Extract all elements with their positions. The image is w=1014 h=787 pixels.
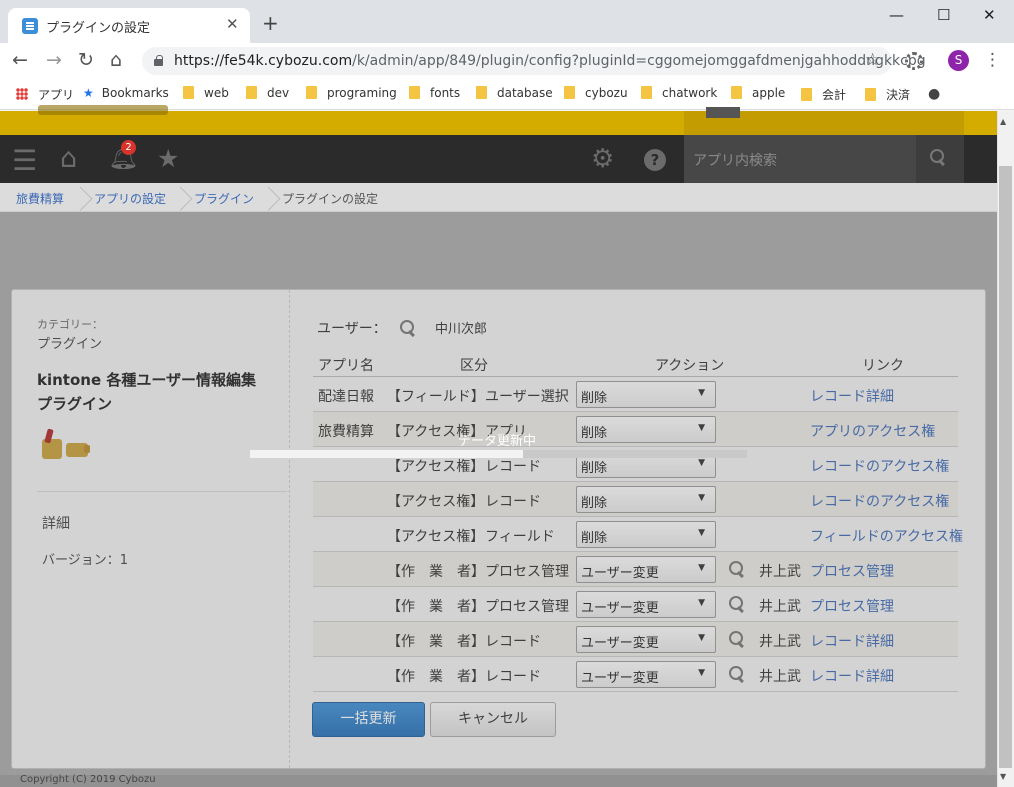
bookmark-star-icon[interactable]: ☆ xyxy=(865,50,880,70)
bookmark-apple[interactable]: apple xyxy=(731,86,785,100)
minimize-icon[interactable]: — xyxy=(889,6,904,24)
search-icon xyxy=(930,149,947,166)
hamburger-menu-icon[interactable]: ☰ xyxy=(12,144,37,177)
progress-fill xyxy=(250,450,524,458)
profile-avatar[interactable]: S xyxy=(948,50,969,71)
folder-icon xyxy=(246,86,257,99)
bookmark-database[interactable]: database xyxy=(476,86,553,100)
bookmark-bookmarks[interactable]: ★ Bookmarks xyxy=(83,86,169,100)
progress-label: データ更新中 xyxy=(458,434,537,449)
bookmark-payment[interactable]: 決済 xyxy=(865,86,910,103)
settings-gear-icon[interactable]: ⚙ xyxy=(591,144,614,174)
reload-icon[interactable]: ↻ xyxy=(78,49,94,71)
new-tab-icon[interactable]: + xyxy=(262,11,279,35)
breadcrumb-app-settings[interactable]: アプリの設定 xyxy=(94,190,166,207)
menu-kebab-icon[interactable]: ⋮ xyxy=(984,50,1001,70)
folder-icon xyxy=(731,86,742,99)
lock-icon xyxy=(154,55,163,66)
scroll-up-icon[interactable]: ▲ xyxy=(1000,117,1006,126)
close-window-icon[interactable]: ✕ xyxy=(983,6,996,24)
globe-icon[interactable]: ● xyxy=(928,86,940,102)
folder-icon xyxy=(476,86,487,99)
folder-icon xyxy=(409,86,420,99)
bookmark-dev[interactable]: dev xyxy=(246,86,289,100)
kintone-logo[interactable] xyxy=(38,105,168,115)
address-url: https://fe54k.cybozu.com/k/admin/app/849… xyxy=(174,53,926,69)
tab-favicon-icon xyxy=(22,18,38,34)
bookmark-cybozu[interactable]: cybozu xyxy=(564,86,628,100)
breadcrumb-plugin[interactable]: プラグイン xyxy=(194,190,254,207)
tab-title: プラグインの設定 xyxy=(46,21,151,36)
breadcrumb-current: プラグインの設定 xyxy=(282,192,379,206)
favorites-star-icon[interactable]: ★ xyxy=(157,144,179,173)
breadcrumb: 旅費精算 アプリの設定 プラグイン プラグインの設定 xyxy=(0,183,997,212)
forward-icon[interactable]: → xyxy=(46,49,62,71)
folder-icon xyxy=(801,88,812,101)
header-user-area[interactable] xyxy=(684,107,964,135)
bookmark-accounting[interactable]: 会計 xyxy=(801,86,846,103)
tab-strip: プラグインの設定 ✕ + — ☐ ✕ xyxy=(0,0,1014,43)
scroll-down-icon[interactable]: ▼ xyxy=(1000,772,1006,781)
loading-overlay xyxy=(0,212,997,787)
progress-bar xyxy=(250,450,747,458)
maximize-icon[interactable]: ☐ xyxy=(937,6,950,24)
address-bar[interactable]: https://fe54k.cybozu.com/k/admin/app/849… xyxy=(142,47,926,75)
bookmark-programing[interactable]: programing xyxy=(306,86,397,100)
star-icon: ★ xyxy=(83,86,94,100)
browser-tab[interactable]: プラグインの設定 ✕ xyxy=(8,8,250,43)
home-icon[interactable]: ⌂ xyxy=(60,143,77,174)
help-icon[interactable]: ? xyxy=(644,149,666,171)
extension-gear-icon[interactable] xyxy=(905,52,923,70)
folder-icon xyxy=(865,88,876,101)
app-search-input[interactable]: アプリ内検索 xyxy=(684,135,916,183)
browser-window: プラグインの設定 ✕ + — ☐ ✕ ← → ↻ ⌂ https://fe54k… xyxy=(0,0,1014,787)
notification-badge: 2 xyxy=(121,140,136,155)
chevron-right-icon xyxy=(78,183,88,212)
folder-icon xyxy=(564,86,575,99)
chevron-right-icon xyxy=(266,183,276,212)
scrollbar-thumb[interactable] xyxy=(999,166,1012,768)
breadcrumb-app[interactable]: 旅費精算 xyxy=(16,190,64,207)
kintone-header xyxy=(0,105,997,135)
home-icon[interactable]: ⌂ xyxy=(110,49,122,71)
folder-icon xyxy=(641,86,652,99)
bookmark-fonts[interactable]: fonts xyxy=(409,86,460,100)
close-tab-icon[interactable]: ✕ xyxy=(226,15,239,33)
bookmark-apps[interactable]: アプリ xyxy=(16,86,74,103)
chevron-right-icon xyxy=(178,183,188,212)
bookmark-web[interactable]: web xyxy=(183,86,229,100)
folder-icon xyxy=(183,86,194,99)
apps-grid-icon xyxy=(16,88,28,100)
back-icon[interactable]: ← xyxy=(12,49,28,71)
bookmark-chatwork[interactable]: chatwork xyxy=(641,86,717,100)
folder-icon xyxy=(306,86,317,99)
search-button[interactable] xyxy=(916,135,964,183)
